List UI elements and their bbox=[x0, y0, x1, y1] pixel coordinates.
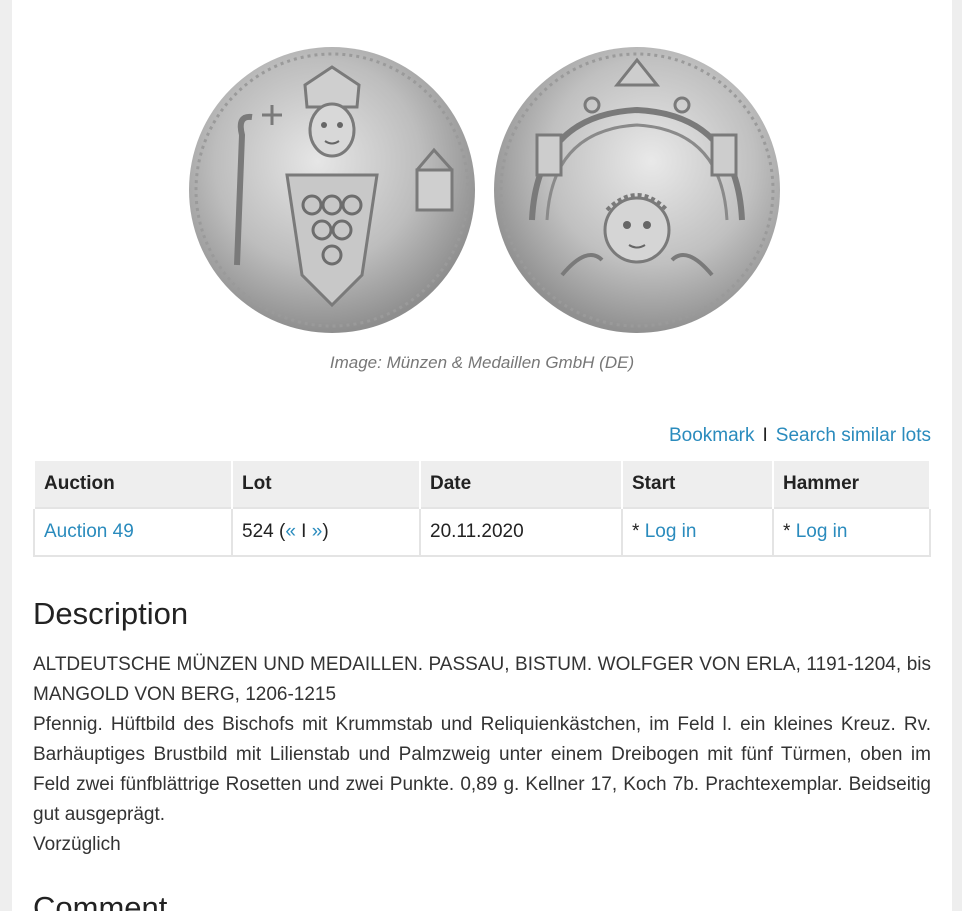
action-separator: I bbox=[762, 425, 768, 446]
lot-nav-separator: I bbox=[295, 521, 312, 542]
next-lot-link[interactable]: » bbox=[312, 521, 323, 542]
lot-number: 524 ( bbox=[242, 521, 286, 542]
cell-date: 20.11.2020 bbox=[419, 507, 623, 557]
start-prefix: * bbox=[632, 521, 645, 542]
coin-images bbox=[182, 40, 802, 340]
description-heading-line: ALTDEUTSCHE MÜNZEN UND MEDAILLEN. PASSAU… bbox=[33, 654, 931, 705]
header-lot: Lot bbox=[231, 459, 421, 508]
header-hammer: Hammer bbox=[772, 459, 931, 508]
coin-obverse-image[interactable] bbox=[187, 45, 477, 335]
previous-lot-link[interactable]: « bbox=[285, 521, 296, 542]
auction-link[interactable]: Auction 49 bbox=[44, 521, 134, 542]
lot-actions: Bookmark I Search similar lots bbox=[669, 425, 931, 447]
hammer-prefix: * bbox=[783, 521, 796, 542]
cell-auction: Auction 49 bbox=[33, 507, 233, 557]
hammer-login-link[interactable]: Log in bbox=[796, 521, 848, 542]
header-date: Date bbox=[419, 459, 623, 508]
comment-title: Comment bbox=[33, 890, 168, 911]
start-login-link[interactable]: Log in bbox=[645, 521, 697, 542]
cell-lot: 524 (« I ») bbox=[231, 507, 421, 557]
search-similar-lots-link[interactable]: Search similar lots bbox=[776, 425, 931, 446]
bookmark-link[interactable]: Bookmark bbox=[669, 425, 755, 446]
description-grade: Vorzüglich bbox=[33, 834, 121, 855]
description-body: ALTDEUTSCHE MÜNZEN UND MEDAILLEN. PASSAU… bbox=[33, 650, 931, 860]
description-text: Pfennig. Hüftbild des Bischofs mit Krumm… bbox=[33, 714, 931, 825]
cell-hammer: * Log in bbox=[772, 507, 931, 557]
lot-page: Image: Münzen & Medaillen GmbH (DE) Book… bbox=[12, 0, 952, 911]
lot-close-paren: ) bbox=[322, 521, 329, 542]
table-header-row: Auction Lot Date Start Hammer bbox=[33, 459, 931, 508]
cell-start: * Log in bbox=[621, 507, 774, 557]
image-caption: Image: Münzen & Medaillen GmbH (DE) bbox=[329, 353, 635, 372]
header-auction: Auction bbox=[33, 459, 233, 508]
lot-table: Auction Lot Date Start Hammer Auction 49… bbox=[33, 459, 931, 557]
table-row: Auction 49 524 (« I ») 20.11.2020 * Log … bbox=[33, 507, 931, 557]
description-title: Description bbox=[33, 596, 189, 631]
header-start: Start bbox=[621, 459, 774, 508]
coin-reverse-image[interactable] bbox=[492, 45, 782, 335]
